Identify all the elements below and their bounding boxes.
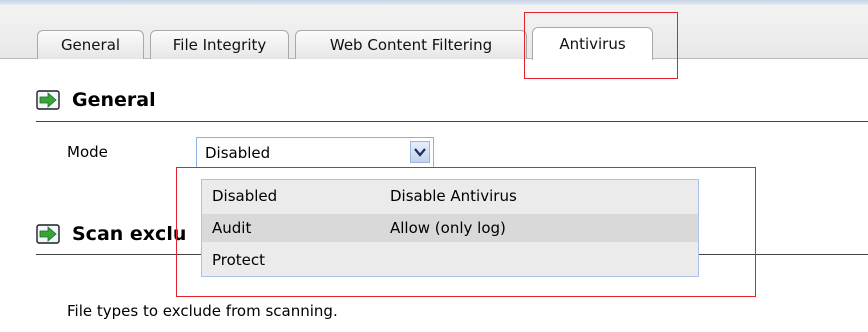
mode-label: Mode bbox=[67, 143, 108, 161]
section-general-divider bbox=[36, 121, 868, 122]
tab-web-content-filtering[interactable]: Web Content Filtering bbox=[295, 30, 527, 59]
section-scan-exclusions-header: Scan exclu bbox=[36, 220, 186, 248]
arrow-right-icon bbox=[36, 223, 60, 245]
dropdown-option-protect[interactable]: Protect bbox=[202, 246, 698, 274]
tab-antivirus[interactable]: Antivirus bbox=[532, 27, 653, 60]
dropdown-option-audit[interactable]: Audit Allow (only log) bbox=[202, 214, 698, 242]
tab-strip: General File Integrity Web Content Filte… bbox=[0, 5, 868, 60]
option-value: Protect bbox=[212, 251, 266, 269]
scan-exclusions-description: File types to exclude from scanning. bbox=[67, 302, 338, 320]
chevron-down-icon[interactable] bbox=[410, 141, 430, 163]
section-general-title: General bbox=[72, 89, 156, 111]
section-general-header: General bbox=[36, 86, 156, 114]
mode-dropdown-list: Disabled Disable Antivirus Audit Allow (… bbox=[201, 179, 699, 277]
tab-general[interactable]: General bbox=[37, 30, 144, 59]
option-description: Allow (only log) bbox=[390, 219, 506, 237]
option-description: Disable Antivirus bbox=[390, 187, 517, 205]
tab-file-integrity[interactable]: File Integrity bbox=[150, 30, 289, 59]
option-value: Audit bbox=[212, 219, 252, 237]
mode-select-value: Disabled bbox=[205, 144, 271, 162]
mode-select[interactable]: Disabled bbox=[196, 137, 434, 168]
arrow-right-icon bbox=[36, 89, 60, 111]
section-scan-exclusions-title: Scan exclu bbox=[72, 223, 187, 245]
dropdown-option-disabled[interactable]: Disabled Disable Antivirus bbox=[202, 182, 698, 210]
option-value: Disabled bbox=[212, 187, 278, 205]
